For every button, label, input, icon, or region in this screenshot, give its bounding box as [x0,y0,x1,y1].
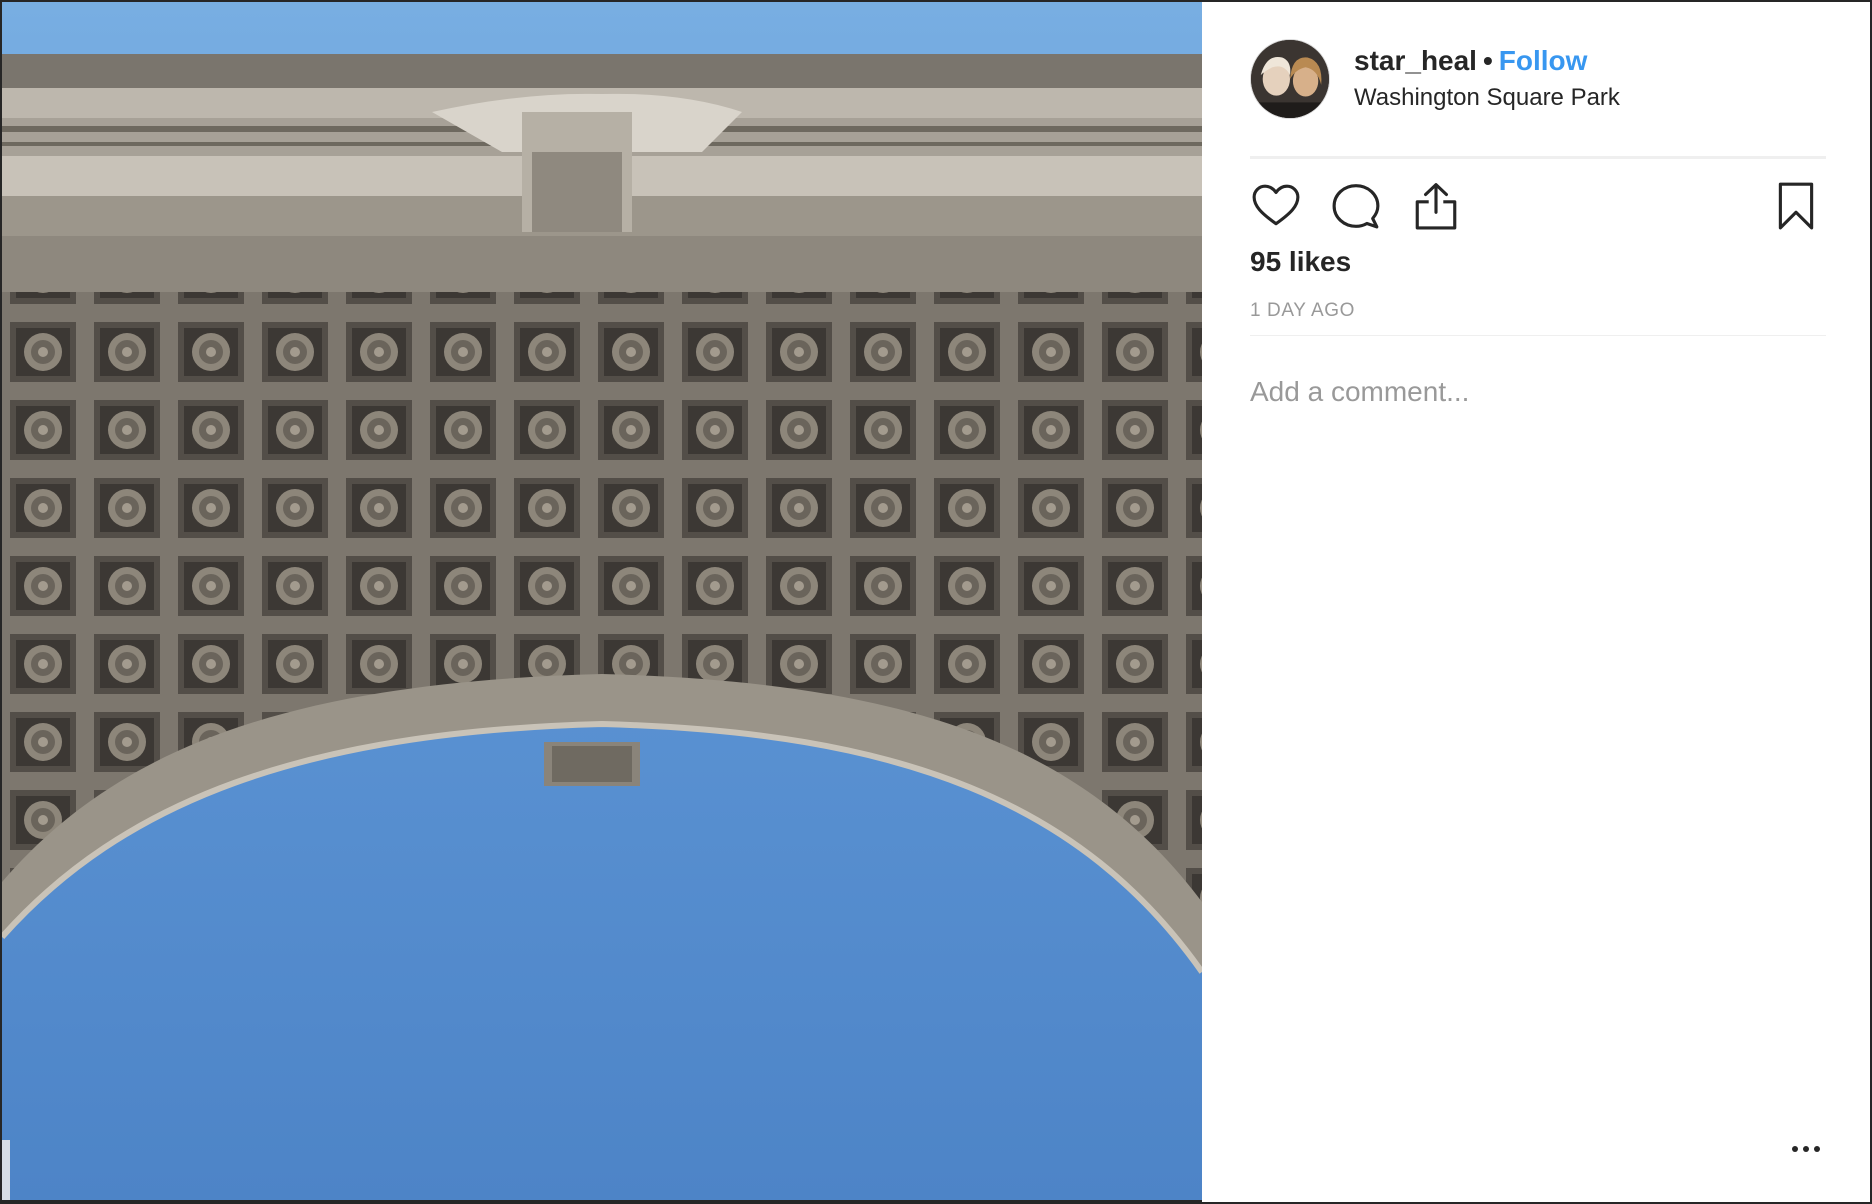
speech-bubble-icon [1332,184,1380,229]
action-bar [1248,178,1828,234]
post-sidebar: star_heal • Follow Washington Square Park [1202,2,1870,1202]
follow-button[interactable]: Follow [1499,45,1588,76]
post-photo[interactable] [2,2,1202,1200]
header-divider [1250,156,1826,159]
bookmark-icon [1778,182,1814,230]
comment-divider [1250,335,1826,336]
comment-button[interactable] [1328,178,1384,234]
user-meta: star_heal • Follow Washington Square Park [1354,44,1620,114]
arch-photo-illustration [2,2,1202,1200]
avatar[interactable] [1250,39,1330,119]
share-button[interactable] [1408,178,1464,234]
more-options-icon [1792,1146,1798,1152]
like-button[interactable] [1248,178,1304,234]
comment-input[interactable] [1250,372,1810,412]
post-timestamp[interactable]: 1 DAY AGO [1250,300,1355,322]
avatar-photo [1251,40,1329,118]
username-link[interactable]: star_heal [1354,45,1477,76]
more-options-icon-dot [1814,1146,1820,1152]
more-options-button[interactable] [1782,1134,1830,1164]
location-link[interactable]: Washington Square Park [1354,82,1620,114]
post-modal: star_heal • Follow Washington Square Park [0,0,1872,1204]
photo-edge-artifact [2,1140,10,1200]
share-upload-icon [1415,183,1457,230]
save-button[interactable] [1768,178,1824,234]
more-options-icon-dot [1803,1146,1809,1152]
heart-icon [1252,184,1300,226]
separator-dot: • [1482,45,1493,76]
likes-count[interactable]: 95 likes [1250,246,1351,278]
post-header: star_heal • Follow Washington Square Park [1250,38,1826,120]
user-line: star_heal • Follow [1354,44,1620,78]
